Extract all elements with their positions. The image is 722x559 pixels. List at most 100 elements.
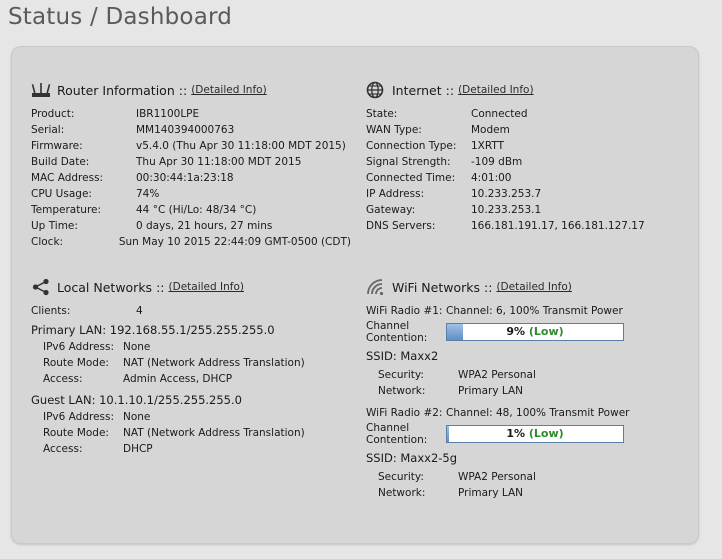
router-serial-value: MM140394000763 <box>136 124 235 136</box>
guest-access-row: Access: DHCP <box>43 441 361 457</box>
internet-ip-address-label: IP Address: <box>366 188 425 200</box>
internet-connected-time-label: Connected Time: <box>366 172 456 184</box>
guest-ipv6-address-value: None <box>123 411 151 423</box>
wifi-detailed-info-link[interactable]: (Detailed Info) <box>496 281 571 293</box>
share-icon <box>31 278 51 296</box>
router-info-sep: :: <box>178 82 188 98</box>
router-product-row: Product: IBR1100LPE <box>31 106 351 122</box>
primary-access-value: Admin Access, DHCP <box>123 373 233 385</box>
radio-1-contention-level: (Low) <box>528 325 564 338</box>
wifi-networks-header: WiFi Networks :: (Detailed Info) <box>366 277 686 297</box>
router-up-time-row: Up Time: 0 days, 21 hours, 27 mins <box>31 218 351 234</box>
internet-dns-servers-value: 166.181.191.17, 166.181.127.17 <box>471 220 645 232</box>
radio-2-contention-row: Channel Contention: 1% (Low) <box>366 421 686 447</box>
router-cpu-usage-value: 74% <box>136 188 160 200</box>
router-temperature-row: Temperature: 44 °C (Hi/Lo: 48/34 °C) <box>31 202 351 218</box>
guest-lan-rows: IPv6 Address: None Route Mode: NAT (Network… <box>31 409 361 457</box>
internet-state-value: Connected <box>471 108 528 120</box>
internet-state-label: State: <box>366 108 398 120</box>
internet-signal-strength-row: Signal Strength: -109 dBm <box>366 154 686 170</box>
radio-1-label: WiFi Radio #1: <box>366 305 443 317</box>
wifi-networks-title: WiFi Networks <box>392 279 480 295</box>
local-networks-section: Local Networks :: (Detailed Info) Client… <box>31 277 361 457</box>
router-info-title: Router Information <box>57 82 175 98</box>
internet-detailed-info-link[interactable]: (Detailed Info) <box>458 84 533 96</box>
radio-2-contention-bar: 1% (Low) <box>446 425 624 443</box>
radio-1-contention-bar: 9% (Low) <box>446 323 624 341</box>
internet-connection-type-row: Connection Type: 1XRTT <box>366 138 686 154</box>
primary-access-row: Access: Admin Access, DHCP <box>43 371 361 387</box>
radio-2-details: Security: WPA2 Personal Network: Primary LA… <box>366 469 686 501</box>
radio-2-label: WiFi Radio #2: <box>366 407 443 419</box>
internet-gateway-label: Gateway: <box>366 204 416 216</box>
internet-dns-servers-label: DNS Servers: <box>366 220 436 232</box>
radio-2-row: WiFi Radio #2: Channel: 48, 100% Transmit… <box>366 405 686 421</box>
radio-1-security-value: WPA2 Personal <box>458 369 536 381</box>
router-info-rows: Product: IBR1100LPE Serial: MM140394000763 F… <box>31 106 351 250</box>
internet-signal-strength-value: -109 dBm <box>471 156 523 168</box>
router-product-label: Product: <box>31 108 75 120</box>
router-mac-address-value: 00:30:44:1a:23:18 <box>136 172 234 184</box>
guest-ipv6-address-row: IPv6 Address: None <box>43 409 361 425</box>
wifi-networks-section: WiFi Networks :: (Detailed Info) WiFi Ra… <box>366 277 686 501</box>
radio-2-network-row: Network: Primary LAN <box>378 485 686 501</box>
guest-route-mode-label: Route Mode: <box>43 427 109 439</box>
local-detailed-info-link[interactable]: (Detailed Info) <box>169 281 244 293</box>
radio-2-security-label: Security: <box>378 471 424 483</box>
primary-access-label: Access: <box>43 373 83 385</box>
router-detailed-info-link[interactable]: (Detailed Info) <box>191 84 266 96</box>
radio-1-network-label: Network: <box>378 385 426 397</box>
radio-1-security-label: Security: <box>378 369 424 381</box>
internet-wan-type-value: Modem <box>471 124 510 136</box>
clients-label: Clients: <box>31 305 71 317</box>
router-temperature-label: Temperature: <box>31 204 102 216</box>
router-product-value: IBR1100LPE <box>136 108 200 120</box>
radio-2-contention-percent: 1% <box>506 427 529 440</box>
radio-2-contention-level: (Low) <box>528 427 564 440</box>
router-serial-row: Serial: MM140394000763 <box>31 122 351 138</box>
radio-1-details: Security: WPA2 Personal Network: Primary LA… <box>366 367 686 399</box>
internet-ip-address-value: 10.233.253.7 <box>471 188 542 200</box>
clients-row: Clients: 4 <box>31 303 361 319</box>
internet-title: Internet <box>392 82 442 98</box>
internet-connected-time-row: Connected Time: 4:01:00 <box>366 170 686 186</box>
internet-header: Internet :: (Detailed Info) <box>366 80 686 100</box>
router-icon <box>31 81 51 99</box>
radio-2-block: WiFi Radio #2: Channel: 48, 100% Transmit… <box>366 405 686 501</box>
local-networks-sep: :: <box>156 279 165 295</box>
internet-rows: State: Connected WAN Type: Modem Connection … <box>366 106 686 234</box>
guest-route-mode-value: NAT (Network Address Translation) <box>123 427 305 439</box>
page-title: Status / Dashboard <box>8 4 233 30</box>
radio-1-network-value: Primary LAN <box>458 385 524 397</box>
local-networks-title: Local Networks <box>57 279 153 295</box>
guest-route-mode-row: Route Mode: NAT (Network Address Translat… <box>43 425 361 441</box>
router-mac-address-row: MAC Address: 00:30:44:1a:23:18 <box>31 170 351 186</box>
radio-1-security-row: Security: WPA2 Personal <box>378 367 686 383</box>
router-temperature-value: 44 °C (Hi/Lo: 48/34 °C) <box>136 204 257 216</box>
radio-1-ssid: SSID: Maxx2 <box>366 349 439 363</box>
router-info-header: Router Information :: (Detailed Info) <box>31 80 351 100</box>
dashboard-panel: Router Information :: (Detailed Info) Pr… <box>11 46 699 544</box>
radio-2-contention-label: Channel Contention: <box>366 422 428 446</box>
router-clock-value: Sun May 10 2015 22:44:09 GMT-0500 (CDT) <box>118 236 351 248</box>
radio-2-contention-text: 1% (Low) <box>447 426 623 442</box>
radio-1-row: WiFi Radio #1: Channel: 6, 100% Transmit … <box>366 303 686 319</box>
router-firmware-label: Firmware: <box>31 140 83 152</box>
clients-value: 4 <box>136 305 143 317</box>
radio-2-security-row: Security: WPA2 Personal <box>378 469 686 485</box>
internet-wan-type-label: WAN Type: <box>366 124 422 136</box>
radio-1-contention-percent: 9% <box>506 325 529 338</box>
radio-2-ssid: SSID: Maxx2-5g <box>366 451 458 465</box>
internet-connection-type-label: Connection Type: <box>366 140 457 152</box>
radio-1-contention-text: 9% (Low) <box>447 324 623 340</box>
internet-connected-time-value: 4:01:00 <box>471 172 512 184</box>
router-up-time-value: 0 days, 21 hours, 27 mins <box>136 220 273 232</box>
radio-2-network-value: Primary LAN <box>458 487 524 499</box>
router-mac-address-label: MAC Address: <box>31 172 104 184</box>
wifi-icon <box>366 278 386 296</box>
radio-1-network-row: Network: Primary LAN <box>378 383 686 399</box>
primary-ipv6-address-label: IPv6 Address: <box>43 341 115 353</box>
guest-access-label: Access: <box>43 443 83 455</box>
primary-route-mode-label: Route Mode: <box>43 357 109 369</box>
internet-signal-strength-label: Signal Strength: <box>366 156 451 168</box>
